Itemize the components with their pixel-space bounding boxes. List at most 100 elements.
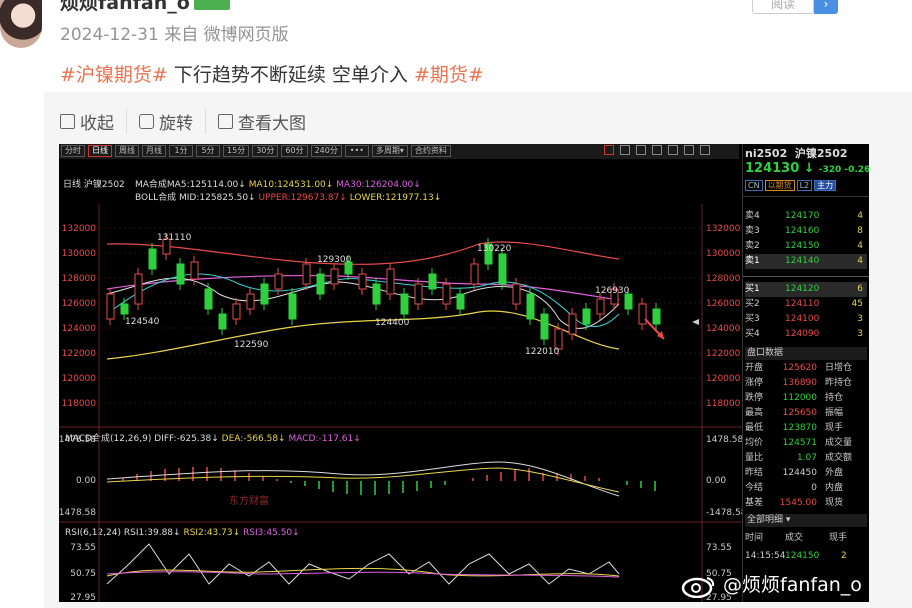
ask-row[interactable]: 卖1 124140 4: [745, 254, 867, 269]
stats-v: 136890: [782, 378, 817, 388]
price-change: -320 -0.26%: [818, 165, 869, 175]
detail-title[interactable]: 全部明细 ▾: [745, 514, 867, 527]
rotate-label: 旋转: [159, 114, 193, 134]
topic-link-futures[interactable]: #期货#: [414, 64, 484, 86]
candle-body: [624, 293, 633, 310]
stats-k2: 内盘: [825, 483, 844, 493]
price-tick-right: 126000: [706, 299, 741, 309]
price-axis-right: 132000 130000 128000 126000 124000 122000 1200…: [706, 224, 741, 409]
bid-row[interactable]: 买4 124090 3: [745, 327, 867, 342]
rsi-tick-left: 73.55: [70, 543, 96, 553]
bid-row[interactable]: 买3 124100 3: [745, 312, 867, 327]
stats-row: 最高 125650 振幅: [745, 407, 869, 419]
candle-body: [554, 328, 563, 350]
ask-qty: 8: [857, 226, 863, 236]
candle-body: [400, 293, 409, 315]
ask-price: 124150: [785, 241, 820, 251]
image-toolbar: 收起 旋转 查看大图: [60, 109, 318, 134]
candle-body: [218, 313, 227, 330]
macd-tick-left: 0.00: [76, 476, 96, 486]
stats-k2: 现货: [825, 498, 844, 508]
futures-tag[interactable]: 以期货: [764, 180, 795, 191]
bid-price: 124100: [785, 314, 820, 324]
macd-tick-left: -1478.58: [59, 508, 96, 518]
candle-body: [120, 303, 129, 315]
post-text: #沪镍期货# 下行趋势不断延续 空单介入 #期货#: [60, 60, 484, 87]
candle-body: [470, 263, 479, 285]
candle-body: [330, 268, 339, 285]
candle-body: [260, 283, 269, 305]
stats-k: 跌停: [745, 393, 764, 403]
stats-row: 涨停 136890 昨持仓: [745, 377, 869, 389]
price-annotation: 131110: [157, 233, 192, 243]
topic-link-nickel-futures[interactable]: #沪镍期货#: [60, 64, 168, 86]
stats-v: 0: [811, 483, 817, 493]
bid-qty: 45: [851, 299, 863, 309]
candle-body: [540, 313, 549, 340]
stats-v: 124450: [782, 468, 817, 478]
price-tick-right: 130000: [706, 249, 741, 259]
post-meta: 2024-12-31 来自 微博网页版: [60, 20, 289, 45]
stats-row: 今结 0 内盘: [745, 482, 869, 494]
ask-price: 124170: [785, 211, 820, 221]
quote-tags: CN 以期货 L2 主力: [745, 180, 837, 191]
candle-body: [274, 273, 283, 290]
stats-k: 量比: [745, 453, 764, 463]
rotate-icon: [139, 114, 154, 129]
rotate-button[interactable]: 旋转: [126, 109, 205, 134]
price-tick-right: 120000: [706, 374, 741, 384]
stats-k2: 成交额: [825, 453, 853, 463]
candle-body: [442, 283, 451, 305]
bid-row[interactable]: 买1 124120 6: [745, 282, 867, 297]
vip-badge-icon: [193, 0, 230, 10]
stats-title: 盘口数据: [745, 347, 867, 360]
macd-watermark: 东方财富: [229, 494, 269, 507]
macd-tick-right: -1478.58: [706, 508, 742, 518]
kline-chart[interactable]: 132000 130000 128000 126000 124000 122000 1200…: [59, 144, 742, 602]
ask-label: 卖1: [745, 256, 760, 266]
stats-k: 均价: [745, 438, 764, 448]
candle-body: [204, 288, 213, 310]
ask-qty: 4: [857, 241, 863, 251]
stats-k: 涨停: [745, 378, 764, 388]
bid-row[interactable]: 买2 124110 45: [745, 297, 867, 312]
stats-row: 量比 1.07 成交额: [745, 452, 869, 464]
avatar[interactable]: [0, 0, 42, 48]
price-tick-left: 118000: [62, 399, 97, 409]
quote-header: ni2502 沪镍2502: [745, 145, 848, 161]
candle-body: [232, 303, 241, 320]
bid-qty: 3: [857, 314, 863, 324]
post-date[interactable]: 2024-12-31: [60, 25, 159, 45]
price-annotation: 122590: [234, 340, 269, 350]
bid-label: 买1: [745, 284, 760, 294]
ask-row[interactable]: 卖3 124160 8: [745, 224, 867, 239]
stats-row: 开盘 125620 日增仓: [745, 362, 869, 374]
detail-header: 时间 成交 现手: [745, 533, 848, 543]
candle-body: [386, 268, 395, 295]
bid-price: 124090: [785, 329, 820, 339]
collapse-button[interactable]: 收起: [60, 109, 126, 134]
level2-tag[interactable]: L2: [796, 180, 813, 191]
price-tick-left: 124000: [62, 324, 97, 334]
ask-qty: 4: [857, 256, 863, 266]
price-tick-left: 120000: [62, 374, 97, 384]
candle-body: [652, 308, 661, 325]
candle-body: [134, 273, 143, 305]
follow-dropdown-icon[interactable]: ›: [814, 0, 838, 14]
macd-tick-right: 1478.58: [706, 435, 742, 445]
rsi-tick-left: 50.75: [70, 569, 96, 579]
view-large-label: 查看大图: [238, 114, 306, 134]
candle-body: [288, 293, 297, 320]
trading-screenshot[interactable]: 分时 日线 周线 月线 1分 5分 15分 30分 60分 240分 ••• 多周期▾ 合约资料 日线 …: [59, 144, 869, 602]
view-large-button[interactable]: 查看大图: [205, 109, 318, 134]
ask-row[interactable]: 卖2 124150 4: [745, 239, 867, 254]
candle-body: [316, 273, 325, 295]
candle-body: [456, 293, 465, 310]
username[interactable]: 烦烦fanfan_o: [60, 0, 230, 15]
follow-button[interactable]: 阅读: [752, 0, 814, 14]
zoom-icon: [218, 114, 233, 129]
stats-k2: 成交量: [825, 438, 853, 448]
ask-row[interactable]: 卖4 124170 4: [745, 209, 867, 224]
stats-k: 开盘: [745, 363, 764, 373]
stats-k: 昨结: [745, 468, 764, 478]
